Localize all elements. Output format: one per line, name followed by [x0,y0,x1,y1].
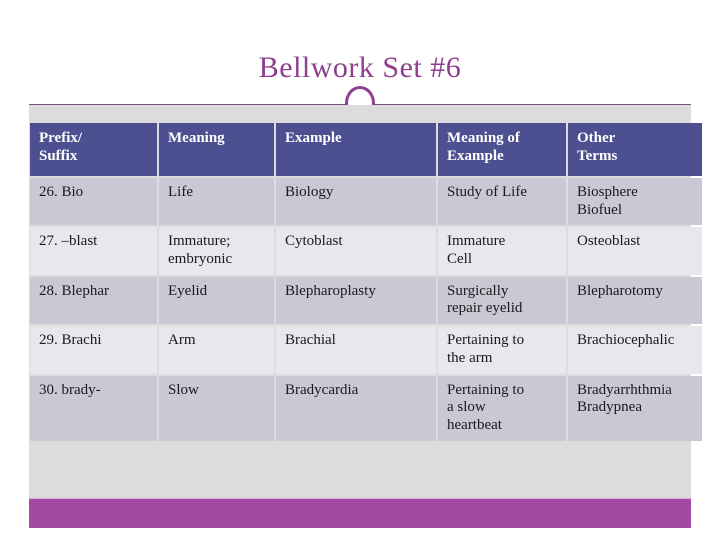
header-line: Example [285,130,342,146]
cell-line: Blepharotomy [577,282,663,299]
cell-line: a slow [447,399,486,416]
cell-line: Cell [447,251,472,268]
cell-meaning-of-example: Immature Cell [438,227,566,275]
cell-prefix-suffix: 29. Brachi [30,326,157,374]
cell-prefix-suffix: 28. Blephar [30,276,157,325]
header-line: Other [577,130,616,146]
cell-example: Bradycardia [276,375,436,441]
cell-line: Biology [285,184,334,200]
vocabulary-table: Prefix/ Suffix Meaning Example Meaning o… [28,121,704,443]
cell-line: Osteoblast [577,233,641,250]
cell-meaning: Eyelid [159,276,274,325]
cell-line: Biofuel [577,201,622,218]
cell-line: Brachial [285,332,336,349]
cell-prefix-suffix: 30. brady- [30,375,157,441]
cell-line: Slow [168,381,199,398]
header-line: Meaning [168,130,225,146]
cell-line: Brachiocephalic [577,332,675,349]
cell-meaning-of-example: Pertaining to the arm [438,326,566,374]
cell-other-terms: Brachiocephalic [568,326,702,374]
cell-example: Biology [276,178,436,226]
cell-other-terms: Blepharotomy [568,276,702,325]
cell-meaning: Immature; embryonic [159,227,274,275]
cell-line: Eyelid [168,282,208,299]
table-row: 30. brady- Slow Bradycardia Pertaining to a … [30,375,702,441]
cell-other-terms: Osteoblast [568,227,702,275]
cell-example: Cytoblast [276,227,436,275]
column-header-example: Example [276,123,436,176]
cell-meaning: Arm [159,326,274,374]
cell-prefix-suffix: 27. –blast [30,227,157,275]
cell-meaning: Slow [159,375,274,441]
presentation-slide: Bellwork Set #6 Prefix/ Suffix Meaning E [0,0,720,540]
cell-line: 29. Brachi [39,332,102,349]
cell-line: Immature [447,233,506,250]
cell-line: the arm [447,349,493,366]
cell-line: Bradycardia [285,381,359,398]
cell-line: 26. Bio [39,184,84,200]
column-header-meaning-of-example: Meaning of Example [438,123,566,176]
header-line: Example [447,147,504,164]
page-title: Bellwork Set #6 [258,51,462,84]
cell-prefix-suffix: 26. Bio [30,178,157,226]
column-header-meaning: Meaning [159,123,274,176]
cell-line: Cytoblast [285,233,343,250]
table-header-row: Prefix/ Suffix Meaning Example Meaning o… [30,123,702,176]
cell-line: Immature; [168,233,231,250]
cell-line: 30. brady- [39,381,101,398]
cell-other-terms: Bradyarrhthmia Bradypnea [568,375,702,441]
cell-example: Blepharoplasty [276,276,436,325]
cell-line: Blepharoplasty [285,282,376,299]
header-line: Prefix/ [39,130,83,146]
cell-line: Bradyarrhthmia [577,381,672,398]
vocabulary-table-body: 26. Bio Life Biology Study of Life Biosphere… [30,178,702,441]
cell-meaning: Life [159,178,274,226]
cell-other-terms: Biosphere Biofuel [568,178,702,226]
column-header-prefix-suffix: Prefix/ Suffix [30,123,157,176]
cell-meaning-of-example: Surgically repair eyelid [438,276,566,325]
header-line: Suffix [39,147,78,164]
table-row: 26. Bio Life Biology Study of Life Biosphere… [30,178,702,226]
header-line: Terms [577,147,618,164]
cell-line: Biosphere [577,184,638,200]
cell-line: heartbeat [447,416,502,433]
cell-line: repair eyelid [447,300,523,317]
cell-line: Pertaining to [447,332,525,349]
cell-line: Surgically [447,282,509,299]
cell-line: Life [168,184,193,200]
slide-bottom-bar [29,498,691,528]
cell-line: 27. –blast [39,233,98,250]
cell-line: Arm [168,332,196,349]
table-row: 28. Blephar Eyelid Blepharoplasty Surgicall… [30,276,702,325]
table-row: 27. –blast Immature; embryonic Cytoblast Imm… [30,227,702,275]
header-line: Meaning of [447,130,520,146]
cell-line: embryonic [168,251,233,268]
cell-line: Pertaining to [447,381,525,398]
cell-example: Brachial [276,326,436,374]
cell-line: Study of Life [447,184,527,200]
cell-line: 28. Blephar [39,282,109,299]
cell-line: Bradypnea [577,399,642,416]
column-header-other-terms: Other Terms [568,123,702,176]
cell-meaning-of-example: Pertaining to a slow heartbeat [438,375,566,441]
table-row: 29. Brachi Arm Brachial Pertaining to the ar… [30,326,702,374]
cell-meaning-of-example: Study of Life [438,178,566,226]
